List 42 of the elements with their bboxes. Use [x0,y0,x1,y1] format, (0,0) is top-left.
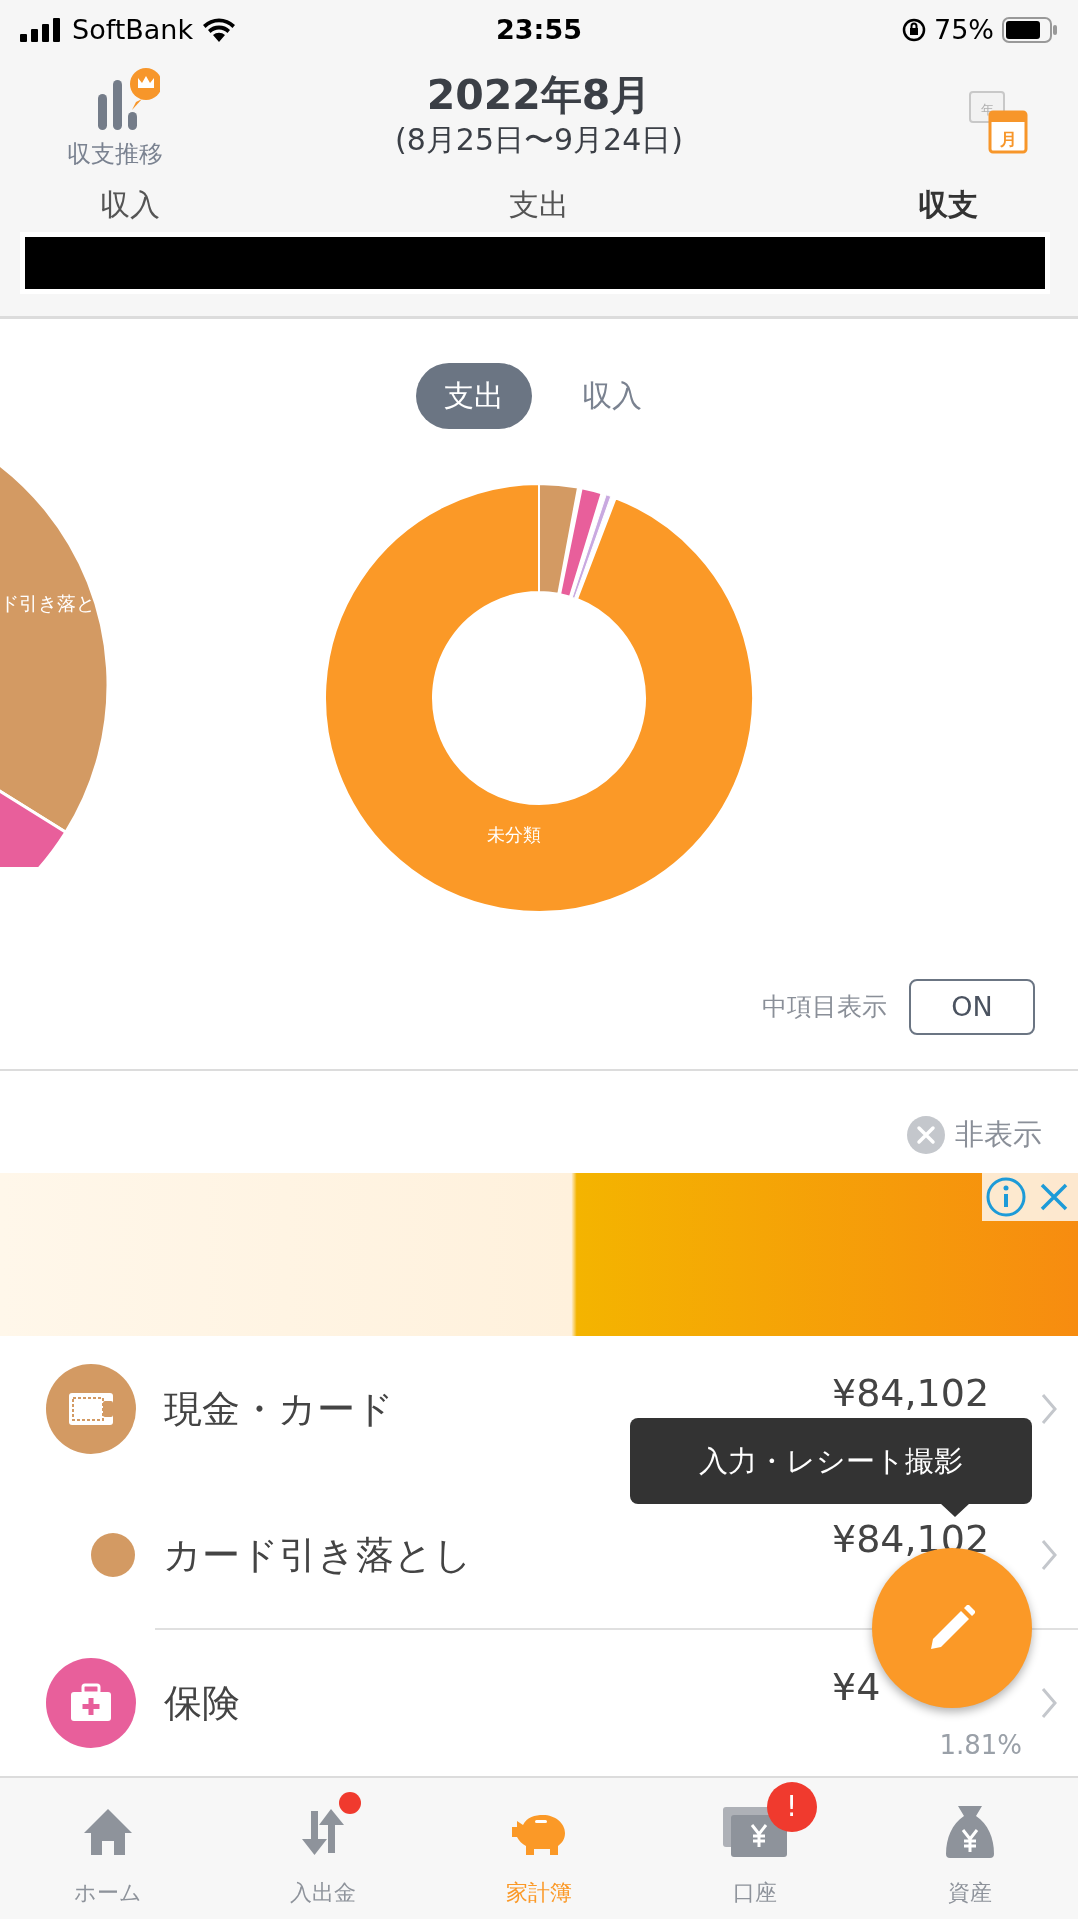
battery-icon [1002,17,1058,43]
month-title: 2022年8月 [426,70,652,121]
nav-tab[interactable]: 入出金 [253,1796,394,1910]
alert-badge: ! [766,1782,817,1833]
tooltip: 入力・レシート撮影 [630,1418,1032,1505]
slice-label: ド引き落と [0,592,95,614]
hide-ad-button[interactable]: 非表示 [907,1112,1042,1157]
calendar-toggle-button[interactable]: 年 月 [898,64,1028,156]
nav-tab[interactable]: 資産 [900,1796,1041,1910]
carrier-name: SoftBank [72,12,194,47]
close-icon [907,1115,945,1154]
rotation-lock-icon [901,18,926,42]
nav-tab[interactable]: ホーム [37,1796,178,1910]
chart-type-toggle[interactable]: 支出 [416,363,532,429]
sub-items-toggle[interactable]: ON [909,979,1035,1035]
pencil-icon [929,1605,975,1652]
category-name: 保険 [164,1679,240,1727]
chevron-right-icon[interactable] [1040,1392,1058,1427]
trend-button[interactable]: 収支推移 [50,64,180,172]
category-amount: ¥84,102 [832,1374,990,1413]
wifi-icon [203,18,236,42]
tooltip-pointer-icon [940,1503,970,1518]
yen-wallet-icon [720,1805,789,1860]
summary-tab[interactable]: 支出 [509,181,569,227]
chart-type-toggle[interactable]: 収入 [562,363,662,429]
money-bag-icon [944,1804,997,1861]
period-range: (8月25日〜9月24日) [395,121,683,159]
chevron-right-icon[interactable] [1040,1686,1058,1721]
sub-items-label: 中項目表示 [762,991,887,1024]
category-name: カード引き落とし [163,1531,472,1579]
battery-percent: 75% [933,12,994,47]
slice-label: 未分類 [487,824,541,845]
category-amount: ¥4 [832,1668,881,1707]
signal-icon [20,18,62,42]
summary-tab[interactable]: 収支 [918,181,978,227]
clock-time: 23:55 [496,12,582,47]
category-name: 現金・カード [164,1385,394,1433]
category-percent: 1.81% [939,1732,1022,1759]
nav-tab[interactable]: 家計簿 [469,1796,609,1910]
category-amount: ¥84,102 [832,1520,990,1559]
summary-tab[interactable]: 収入 [100,181,160,227]
chevron-right-icon[interactable] [1040,1538,1058,1573]
